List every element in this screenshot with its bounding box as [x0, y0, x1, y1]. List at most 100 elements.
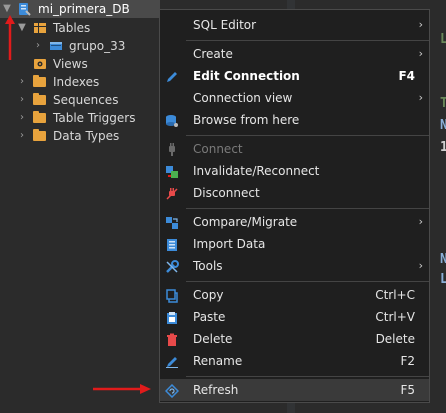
- menu-label: SQL Editor: [193, 18, 257, 32]
- reconnect-icon: [165, 164, 179, 178]
- folder-label: Indexes: [53, 75, 100, 89]
- menu-separator: [186, 376, 429, 377]
- menu-shortcut: F5: [400, 383, 415, 397]
- menu-label: Connect: [193, 142, 243, 156]
- menu-item-paste[interactable]: Paste Ctrl+V: [160, 306, 429, 328]
- menu-label: Delete: [193, 332, 233, 346]
- context-menu: SQL Editor › Create › Edit Connection F4…: [159, 9, 430, 403]
- import-icon: [165, 237, 179, 251]
- menu-label: Disconnect: [193, 186, 260, 200]
- menu-label: Edit Connection: [193, 69, 300, 83]
- editor-fragment: 1: [440, 140, 446, 155]
- collapse-arrow-icon[interactable]: ›: [17, 109, 27, 127]
- compare-icon: [165, 215, 179, 229]
- tools-icon: [165, 259, 179, 273]
- menu-separator: [186, 208, 429, 209]
- submenu-arrow-icon: ›: [418, 91, 423, 104]
- folder-label: Table Triggers: [53, 111, 136, 125]
- folder-icon: [33, 75, 46, 87]
- menu-separator: [186, 135, 429, 136]
- tree-item-table-triggers[interactable]: › Table Triggers: [0, 109, 160, 127]
- menu-label: Rename: [193, 354, 243, 368]
- menu-separator: [186, 40, 429, 41]
- tables-label: Tables: [53, 21, 91, 35]
- menu-label: Copy: [193, 288, 224, 302]
- menu-shortcut: F4: [398, 69, 415, 83]
- pencil-icon: [165, 69, 179, 83]
- menu-label: Paste: [193, 310, 226, 324]
- tables-folder-icon: [33, 21, 47, 35]
- menu-item-compare-migrate[interactable]: Compare/Migrate ›: [160, 211, 429, 233]
- submenu-arrow-icon: ›: [418, 215, 423, 228]
- tree-item-data-types[interactable]: › Data Types: [0, 127, 160, 145]
- menu-shortcut: Ctrl+V: [375, 310, 415, 324]
- menu-item-invalidate-reconnect[interactable]: Invalidate/Reconnect: [160, 160, 429, 182]
- editor-fragment: N: [440, 118, 446, 133]
- menu-item-connection-view[interactable]: Connection view ›: [160, 87, 429, 109]
- collapse-arrow-icon[interactable]: ›: [33, 37, 43, 55]
- tree-item-table[interactable]: › grupo_33: [0, 37, 160, 55]
- views-icon: [33, 57, 47, 71]
- collapse-arrow-icon[interactable]: ›: [17, 127, 27, 145]
- editor-fragment: T: [440, 96, 446, 111]
- menu-item-edit-connection[interactable]: Edit Connection F4: [160, 65, 429, 87]
- database-connection-icon: [17, 2, 31, 16]
- menu-item-import-data[interactable]: Import Data: [160, 233, 429, 255]
- menu-shortcut: Ctrl+C: [375, 288, 415, 302]
- menu-item-tools[interactable]: Tools ›: [160, 255, 429, 277]
- database-navigator: ▼ mi_primera_DB ▼ Tables › grupo_33 View…: [0, 0, 160, 413]
- plug-icon: [165, 142, 179, 156]
- tree-item-sequences[interactable]: › Sequences: [0, 91, 160, 109]
- menu-item-create[interactable]: Create ›: [160, 43, 429, 65]
- menu-shortcut: Delete: [375, 332, 415, 346]
- tree-item-views[interactable]: Views: [0, 55, 160, 73]
- menu-separator: [186, 281, 429, 282]
- menu-label: Create: [193, 47, 233, 61]
- menu-item-delete[interactable]: Delete Delete: [160, 328, 429, 350]
- menu-item-disconnect[interactable]: Disconnect: [160, 182, 429, 204]
- menu-item-refresh[interactable]: Refresh F5: [160, 379, 429, 401]
- refresh-icon: [164, 383, 180, 399]
- menu-item-browse-from-here[interactable]: Browse from here: [160, 109, 429, 131]
- menu-label: Connection view: [193, 91, 293, 105]
- editor-fragment: L: [440, 32, 446, 47]
- trash-icon: [165, 332, 179, 346]
- submenu-arrow-icon: ›: [418, 47, 423, 60]
- collapse-arrow-icon[interactable]: ›: [17, 91, 27, 109]
- menu-item-sql-editor[interactable]: SQL Editor ›: [160, 14, 429, 36]
- submenu-arrow-icon: ›: [418, 18, 423, 31]
- menu-label: Import Data: [193, 237, 266, 251]
- tree-item-database[interactable]: ▼ mi_primera_DB: [0, 0, 160, 18]
- tree-item-indexes[interactable]: › Indexes: [0, 73, 160, 91]
- folder-icon: [33, 111, 46, 123]
- menu-label: Invalidate/Reconnect: [193, 164, 320, 178]
- paste-icon: [165, 310, 179, 324]
- database-name: mi_primera_DB: [38, 2, 130, 16]
- copy-icon: [165, 288, 179, 303]
- menu-item-connect[interactable]: Connect: [160, 138, 429, 160]
- table-name: grupo_33: [69, 39, 126, 53]
- rename-pencil-icon: [165, 354, 179, 368]
- editor-fragment: N: [440, 252, 446, 267]
- annotation-arrow-up-icon: [5, 15, 15, 60]
- folder-label: Data Types: [53, 129, 120, 143]
- expand-arrow-icon[interactable]: ▼: [17, 19, 27, 37]
- editor-fragment: L: [440, 272, 446, 287]
- tree-item-tables[interactable]: ▼ Tables: [0, 19, 160, 37]
- collapse-arrow-icon[interactable]: ›: [17, 73, 27, 91]
- menu-label: Browse from here: [193, 113, 300, 127]
- table-icon: [49, 39, 63, 53]
- menu-label: Compare/Migrate: [193, 215, 298, 229]
- views-label: Views: [53, 57, 88, 71]
- menu-item-rename[interactable]: Rename F2: [160, 350, 429, 372]
- menu-label: Tools: [193, 259, 223, 273]
- folder-label: Sequences: [53, 93, 119, 107]
- menu-shortcut: F2: [400, 354, 415, 368]
- menu-item-copy[interactable]: Copy Ctrl+C: [160, 284, 429, 306]
- submenu-arrow-icon: ›: [418, 259, 423, 272]
- menu-label: Refresh: [193, 383, 239, 397]
- folder-icon: [33, 129, 46, 141]
- database-browse-icon: [165, 113, 179, 127]
- annotation-arrow-right-icon: [93, 384, 151, 394]
- disconnect-plug-icon: [165, 186, 179, 200]
